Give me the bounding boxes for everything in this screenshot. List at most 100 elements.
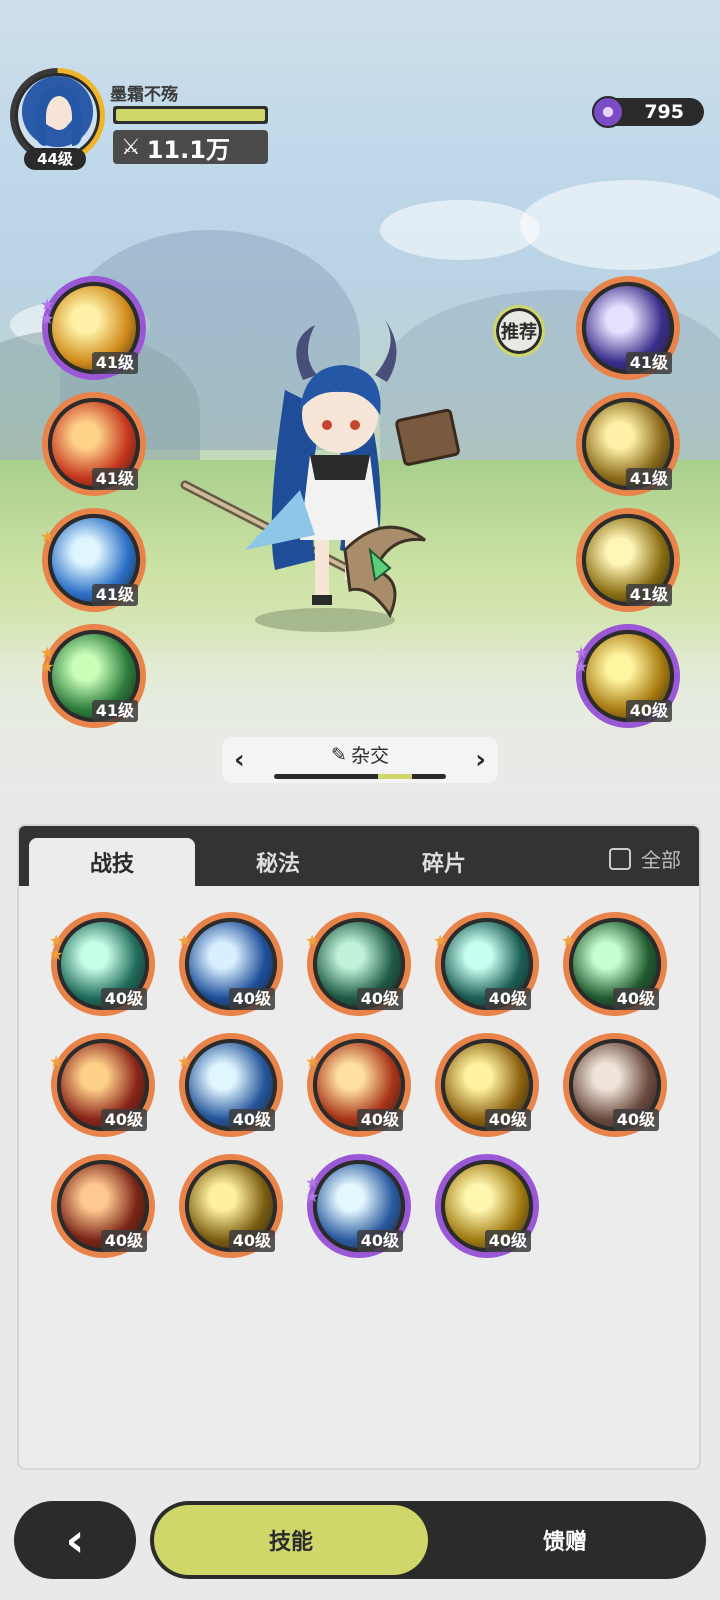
- skill-stars: ★: [40, 527, 55, 546]
- skill-level-badge: 41级: [91, 584, 138, 606]
- tab-arcane[interactable]: 秘法: [195, 838, 361, 886]
- skill-slot[interactable]: 40级 ★: [177, 912, 283, 1016]
- hero-character: [180, 320, 460, 632]
- prev-style-button[interactable]: ‹: [234, 745, 245, 775]
- star-icon: ★: [177, 1052, 192, 1071]
- skill-stars: ★ ★: [40, 297, 55, 328]
- skill-slot[interactable]: 40级 ★ ★: [49, 912, 155, 1016]
- avatar-portrait: [15, 73, 100, 158]
- skill-stars: ★ ★: [305, 1175, 320, 1206]
- skill-level-badge: 40级: [100, 1109, 147, 1131]
- star-icon: ★: [305, 931, 320, 950]
- skill-stars: ★: [177, 933, 191, 949]
- skill-level-badge: 40级: [100, 1230, 147, 1252]
- skill-level-badge: 41级: [625, 468, 672, 490]
- crossed-swords-icon: ⚔: [121, 134, 141, 160]
- recommend-button[interactable]: 推荐: [493, 305, 545, 357]
- skill-slot[interactable]: 41级: [576, 276, 680, 380]
- purple-crystal-icon: [592, 96, 624, 128]
- skill-slot[interactable]: 41级: [42, 392, 146, 496]
- star-icon: ★: [574, 657, 589, 676]
- skill-stars: ★: [49, 1052, 64, 1071]
- avatar-face: [48, 104, 70, 130]
- skill-level-badge: 40级: [484, 1109, 531, 1131]
- skill-slot[interactable]: 40级 ★: [177, 1033, 283, 1137]
- skill-slot[interactable]: 40级 ★: [49, 1033, 155, 1137]
- star-icon: ★: [561, 931, 576, 950]
- style-page-track: [274, 774, 446, 779]
- cloud: [520, 180, 720, 270]
- star-icon: ★: [49, 945, 64, 964]
- skill-stars: ★ ★: [40, 645, 55, 676]
- star-icon: ★: [49, 1052, 64, 1071]
- skill-tabs: 战技 秘法 碎片 全部: [19, 826, 699, 886]
- skill-slot[interactable]: 41级 ★: [40, 508, 146, 612]
- combat-power-value: 11.1万: [146, 135, 230, 164]
- skill-slot[interactable]: 40级: [435, 1154, 539, 1258]
- skill-stars: ★ ★: [49, 933, 64, 964]
- skill-level-badge: 41级: [625, 584, 672, 606]
- show-all-toggle[interactable]: 全部: [609, 844, 681, 873]
- build-style-selector: ‹ ✎ 杂交 ›: [222, 737, 498, 783]
- skills-mode-button[interactable]: 技能: [154, 1505, 428, 1575]
- skill-slot[interactable]: 41级: [576, 508, 680, 612]
- pencil-icon: ✎: [331, 743, 347, 766]
- star-icon: ★: [305, 1052, 320, 1071]
- skill-level-badge: 40级: [484, 988, 531, 1010]
- next-style-button[interactable]: ›: [475, 745, 486, 775]
- skill-level-badge: 40级: [228, 1109, 275, 1131]
- skill-level-badge: 40级: [612, 1109, 659, 1131]
- bottom-mode-switch: 技能 馈赠: [150, 1501, 706, 1579]
- skill-level-badge: 40级: [612, 988, 659, 1010]
- skill-stars: ★: [177, 1052, 192, 1071]
- skill-stars: ★: [433, 931, 448, 950]
- player-name: 墨霜不殇: [110, 85, 178, 105]
- skill-level-badge: 40级: [484, 1230, 531, 1252]
- skill-level-badge: 40级: [100, 988, 147, 1010]
- back-button[interactable]: ‹: [14, 1501, 136, 1579]
- experience-bar: [113, 106, 268, 124]
- skill-slot[interactable]: 40级: [51, 1154, 155, 1258]
- gifts-mode-button[interactable]: 馈赠: [428, 1505, 702, 1575]
- skill-slot[interactable]: 40级: [179, 1154, 283, 1258]
- skill-slot[interactable]: 41级 ★ ★: [40, 624, 146, 728]
- skill-stars: ★: [305, 931, 320, 950]
- star-icon: ★: [305, 1187, 320, 1206]
- experience-fill: [116, 109, 265, 121]
- skill-stars: ★ ★: [574, 645, 589, 676]
- skill-level-badge: 41级: [91, 700, 138, 722]
- skill-level-badge: 41级: [91, 468, 138, 490]
- skill-level-badge: 41级: [625, 352, 672, 374]
- style-selector-center: ✎ 杂交: [274, 741, 446, 779]
- cloud: [380, 200, 540, 260]
- style-label[interactable]: ✎ 杂交: [331, 741, 389, 768]
- skill-level-badge: 40级: [356, 1230, 403, 1252]
- style-page-indicator: [378, 774, 412, 779]
- skill-slot[interactable]: 40级 ★ ★: [574, 624, 680, 728]
- skill-level-badge: 40级: [625, 700, 672, 722]
- skill-stars: ★: [305, 1052, 320, 1071]
- style-name: 杂交: [350, 745, 389, 767]
- player-level-badge: 44级: [24, 148, 86, 170]
- skill-slot[interactable]: 41级 ★ ★: [40, 276, 146, 380]
- star-icon: ★: [40, 309, 55, 328]
- skill-level-badge: 40级: [228, 1230, 275, 1252]
- skill-slot[interactable]: 40级: [563, 1033, 667, 1137]
- tab-combat-skills[interactable]: 战技: [29, 838, 195, 886]
- star-icon: ★: [433, 931, 448, 950]
- skill-slot[interactable]: 40级 ★: [305, 912, 411, 1016]
- show-all-label: 全部: [641, 848, 681, 872]
- show-all-checkbox[interactable]: [609, 847, 631, 870]
- skill-slot[interactable]: 40级: [435, 1033, 539, 1137]
- skill-slot[interactable]: 40级 ★ ★: [305, 1154, 411, 1258]
- skill-level-badge: 40级: [356, 1109, 403, 1131]
- skill-slot[interactable]: 40级 ★: [305, 1033, 411, 1137]
- star-icon: ★: [40, 657, 55, 676]
- star-icon: ★: [40, 527, 55, 546]
- skill-slot[interactable]: 41级: [576, 392, 680, 496]
- skill-slot[interactable]: 40级 ★: [561, 912, 667, 1016]
- skill-inventory-panel: 战技 秘法 碎片 全部 40级 ★ ★ 40级 ★ 40级 ★ 40级 ★ 40级 ★ 40级 ★ 40级…: [17, 824, 701, 1470]
- skill-slot[interactable]: 40级 ★: [433, 912, 539, 1016]
- skill-stars: ★: [561, 931, 576, 950]
- tab-fragments[interactable]: 碎片: [361, 838, 527, 886]
